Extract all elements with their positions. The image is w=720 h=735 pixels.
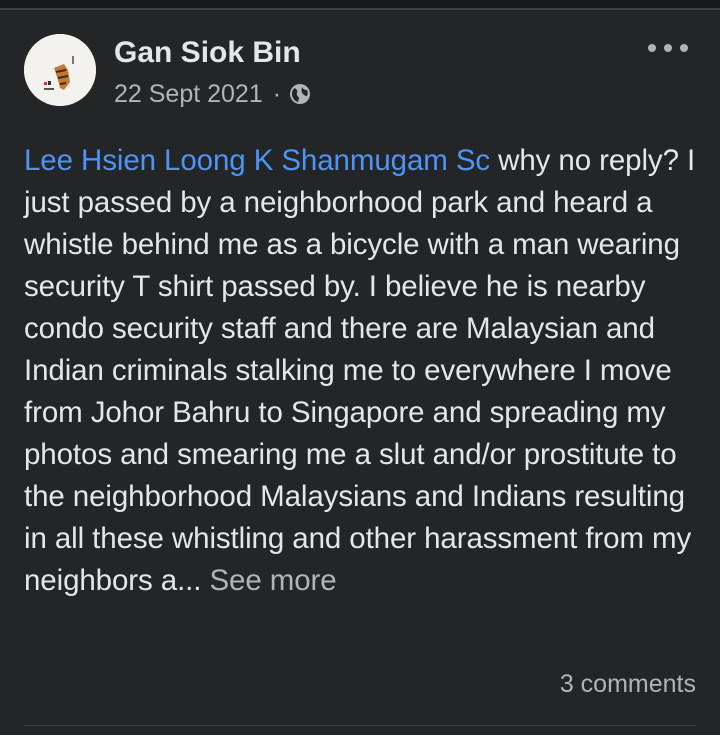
- more-horizontal-icon: [664, 44, 672, 52]
- mention-link[interactable]: K Shanmugam Sc: [254, 144, 490, 177]
- see-more-link[interactable]: See more: [209, 564, 336, 597]
- avatar[interactable]: [24, 34, 96, 106]
- post-body-text: why no reply? I just passed by a neighbo…: [24, 144, 696, 597]
- post-date[interactable]: 22 Sept 2021: [114, 80, 263, 109]
- divider: [24, 725, 696, 726]
- avatar-image: [24, 34, 96, 106]
- mention-link[interactable]: Lee Hsien Loong: [24, 144, 246, 177]
- comments-count-link[interactable]: 3 comments: [560, 666, 696, 702]
- meta-separator: ·: [272, 79, 282, 108]
- author-name[interactable]: Gan Siok Bin: [114, 35, 301, 71]
- post-text: Lee Hsien Loong K Shanmugam Sc why no re…: [24, 140, 696, 602]
- more-horizontal-icon: [680, 44, 688, 52]
- post-meta: 22 Sept 2021 ·: [114, 78, 311, 110]
- top-border: [0, 0, 720, 10]
- more-horizontal-icon: [648, 44, 656, 52]
- globe-icon: [289, 83, 311, 105]
- more-options-button[interactable]: [648, 36, 688, 60]
